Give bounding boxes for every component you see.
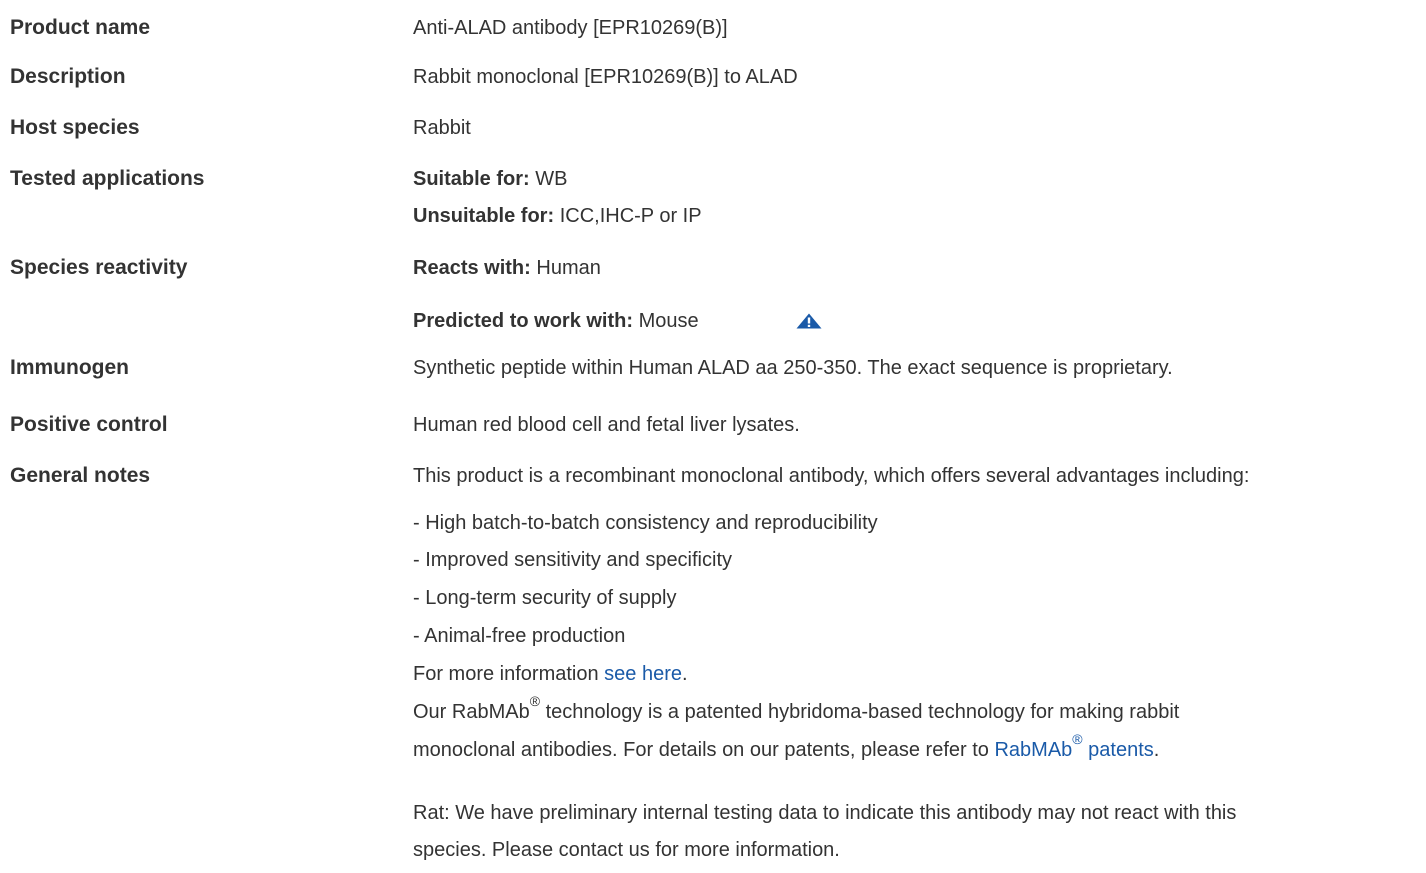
suitable-value: WB	[535, 168, 568, 190]
rabmab-patents-link[interactable]: RabMAb® patents	[994, 732, 1154, 761]
immunogen-text: Synthetic peptide within Human ALAD aa 2…	[413, 357, 1173, 379]
positive-control-label: Positive control	[10, 413, 168, 436]
bullet-item: - High batch-to-batch consistency and re…	[413, 512, 878, 534]
bullet-item: - Improved sensitivity and specificity	[413, 549, 733, 571]
see-here-link[interactable]: see here	[604, 663, 682, 685]
more-info-prefix: For more information	[413, 663, 605, 685]
positive-control-value: Human red blood cell and fetal liver lys…	[413, 414, 1426, 437]
tested-applications-label: Tested applications	[10, 167, 205, 190]
rabmab-link-registered-mark[interactable]: ®	[1072, 731, 1082, 747]
host-species-text: Rabbit	[413, 117, 471, 139]
rabmab-line2-suffix: .	[1153, 739, 1160, 761]
reacts-value: Human	[536, 257, 601, 279]
rat-note-line-1: Rat: We have preliminary internal testin…	[413, 802, 1237, 824]
product-name-text: Anti-ALAD antibody [EPR10269(B)]	[413, 17, 728, 39]
predicted-label: Predicted to work with:	[413, 310, 634, 332]
predicted-value: Mouse	[638, 310, 699, 332]
product-name-label: Product name	[10, 16, 151, 39]
description-text: Rabbit monoclonal [EPR10269(B)] to ALAD	[413, 66, 798, 88]
suitable-label: Suitable for:	[413, 168, 530, 190]
more-info-suffix: .	[682, 663, 688, 685]
unsuitable-line: Unsuitable for: ICC,IHC-P or IP	[413, 205, 702, 228]
general-notes-label: General notes	[10, 464, 151, 487]
suitable-line: Suitable for: WB	[413, 168, 567, 191]
rabmab-link-text-a[interactable]: RabMAb	[994, 739, 1072, 761]
immunogen-value: Synthetic peptide within Human ALAD aa 2…	[413, 357, 1426, 380]
rabmab-line-1: Our RabMAb® technology is a patented hyb…	[413, 694, 1180, 724]
host-species-label: Host species	[10, 116, 140, 139]
immunogen-label: Immunogen	[10, 356, 129, 379]
description-value: Rabbit monoclonal [EPR10269(B)] to ALAD	[413, 66, 1426, 89]
rabmab-line-2: monoclonal antibodies. For details on ou…	[413, 732, 1160, 762]
predicted-line: Predicted to work with: Mouse	[413, 310, 833, 333]
bullet-item: - Animal-free production	[413, 625, 626, 647]
bullet-item: - Long-term security of supply	[413, 587, 677, 609]
rabmab-text-b: technology is a patented hybridoma-based…	[540, 701, 1180, 723]
registered-mark: ®	[529, 693, 541, 710]
rabmab-text-a: Our RabMAb	[413, 701, 530, 723]
reacts-line: Reacts with: Human	[413, 257, 601, 280]
positive-control-text: Human red blood cell and fetal liver lys…	[413, 414, 800, 436]
product-name-value: Anti-ALAD antibody [EPR10269(B)]	[413, 17, 1426, 40]
species-reactivity-label: Species reactivity	[10, 256, 188, 279]
more-info-line: For more information see here.	[413, 663, 688, 686]
description-label: Description	[10, 65, 126, 88]
host-species-value: Rabbit	[413, 117, 1426, 140]
unsuitable-label: Unsuitable for:	[413, 205, 555, 227]
warning-triangle-icon[interactable]	[796, 312, 822, 329]
rabmab-line2-prefix: monoclonal antibodies. For details on ou…	[413, 739, 995, 761]
unsuitable-value: ICC,IHC-P or IP	[559, 205, 702, 227]
rat-note-line-2: species. Please contact us for more info…	[413, 839, 840, 861]
general-notes-intro: This product is a recombinant monoclonal…	[413, 465, 1250, 487]
rabmab-link-text-b[interactable]: patents	[1083, 739, 1154, 761]
reacts-label: Reacts with:	[413, 257, 531, 279]
